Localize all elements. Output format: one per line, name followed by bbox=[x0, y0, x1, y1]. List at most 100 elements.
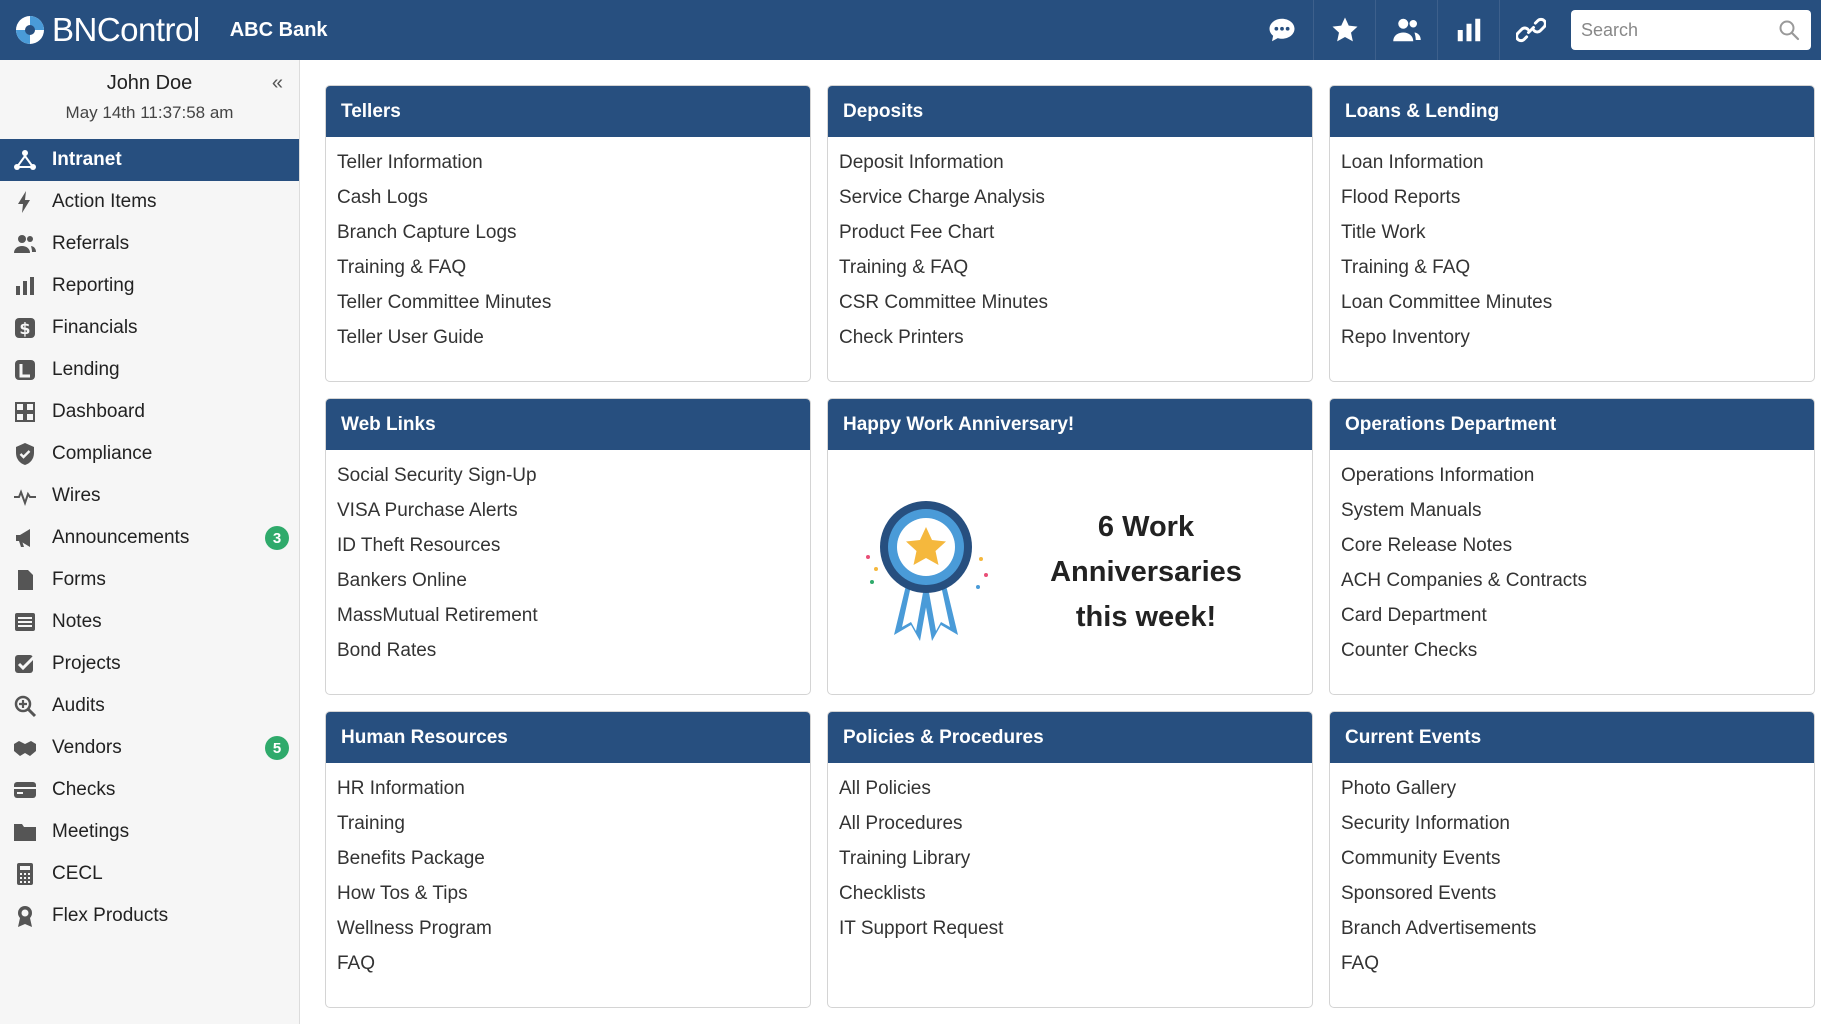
link-bond-rates[interactable]: Bond Rates bbox=[337, 633, 799, 668]
link-branch-advertisements[interactable]: Branch Advertisements bbox=[1341, 911, 1803, 946]
link-deposit-information[interactable]: Deposit Information bbox=[839, 145, 1301, 180]
link-teller-user-guide[interactable]: Teller User Guide bbox=[337, 320, 799, 355]
chat-button[interactable] bbox=[1251, 0, 1313, 60]
sidebar-item-audits[interactable]: Audits bbox=[0, 685, 299, 727]
link-loan-training-faq[interactable]: Training & FAQ bbox=[1341, 250, 1803, 285]
svg-text:$: $ bbox=[19, 319, 30, 338]
megaphone-icon bbox=[12, 525, 38, 551]
link-all-procedures[interactable]: All Procedures bbox=[839, 806, 1301, 841]
link-counter-checks[interactable]: Counter Checks bbox=[1341, 633, 1803, 668]
link-product-fee-chart[interactable]: Product Fee Chart bbox=[839, 215, 1301, 250]
link-csr-committee-minutes[interactable]: CSR Committee Minutes bbox=[839, 285, 1301, 320]
panel-current-events: Current Events Photo Gallery Security In… bbox=[1329, 711, 1815, 1008]
sidebar-item-forms[interactable]: Forms bbox=[0, 559, 299, 601]
sidebar-item-label: Notes bbox=[52, 611, 102, 632]
sidebar-item-label: Action Items bbox=[52, 191, 157, 212]
network-icon bbox=[12, 147, 38, 173]
panel-tellers: Tellers Teller Information Cash Logs Bra… bbox=[325, 85, 811, 382]
brand-logo[interactable]: BNControl bbox=[14, 11, 200, 49]
sidebar-item-lending[interactable]: Lending bbox=[0, 349, 299, 391]
link-visa-purchase-alerts[interactable]: VISA Purchase Alerts bbox=[337, 493, 799, 528]
link-loan-committee-minutes[interactable]: Loan Committee Minutes bbox=[1341, 285, 1803, 320]
sidebar-item-checks[interactable]: Checks bbox=[0, 769, 299, 811]
link-check-printers[interactable]: Check Printers bbox=[839, 320, 1301, 355]
favorites-button[interactable] bbox=[1313, 0, 1375, 60]
reports-button[interactable] bbox=[1437, 0, 1499, 60]
link-teller-training-faq[interactable]: Training & FAQ bbox=[337, 250, 799, 285]
folder-icon bbox=[12, 819, 38, 845]
link-branch-capture-logs[interactable]: Branch Capture Logs bbox=[337, 215, 799, 250]
sidebar-item-compliance[interactable]: Compliance bbox=[0, 433, 299, 475]
link-massmutual-retirement[interactable]: MassMutual Retirement bbox=[337, 598, 799, 633]
users-button[interactable] bbox=[1375, 0, 1437, 60]
sidebar-item-wires[interactable]: Wires bbox=[0, 475, 299, 517]
link-hr-training[interactable]: Training bbox=[337, 806, 799, 841]
brand-name: BNControl bbox=[52, 11, 200, 48]
link-loan-information[interactable]: Loan Information bbox=[1341, 145, 1803, 180]
link-community-events[interactable]: Community Events bbox=[1341, 841, 1803, 876]
sidebar-item-vendors[interactable]: Vendors 5 bbox=[0, 727, 299, 769]
anniversary-line-1: 6 Work bbox=[1097, 510, 1195, 543]
link-operations-information[interactable]: Operations Information bbox=[1341, 458, 1803, 493]
sidebar-item-projects[interactable]: Projects bbox=[0, 643, 299, 685]
sidebar-item-meetings[interactable]: Meetings bbox=[0, 811, 299, 853]
link-security-information[interactable]: Security Information bbox=[1341, 806, 1803, 841]
sidebar-item-notes[interactable]: Notes bbox=[0, 601, 299, 643]
link-repo-inventory[interactable]: Repo Inventory bbox=[1341, 320, 1803, 355]
sidebar-item-referrals[interactable]: Referrals bbox=[0, 223, 299, 265]
lending-icon bbox=[12, 357, 38, 383]
link-sponsored-events[interactable]: Sponsored Events bbox=[1341, 876, 1803, 911]
link-flood-reports[interactable]: Flood Reports bbox=[1341, 180, 1803, 215]
link-title-work[interactable]: Title Work bbox=[1341, 215, 1803, 250]
link-ach-companies-contracts[interactable]: ACH Companies & Contracts bbox=[1341, 563, 1803, 598]
sidebar-item-flex-products[interactable]: Flex Products bbox=[0, 895, 299, 937]
link-service-charge-analysis[interactable]: Service Charge Analysis bbox=[839, 180, 1301, 215]
search-input[interactable] bbox=[1571, 10, 1811, 50]
user-timestamp: May 14th 11:37:58 am bbox=[65, 103, 234, 122]
link-teller-committee-minutes[interactable]: Teller Committee Minutes bbox=[337, 285, 799, 320]
link-events-faq[interactable]: FAQ bbox=[1341, 946, 1803, 981]
link-training-library[interactable]: Training Library bbox=[839, 841, 1301, 876]
link-benefits-package[interactable]: Benefits Package bbox=[337, 841, 799, 876]
sidebar-item-cecl[interactable]: CECL bbox=[0, 853, 299, 895]
link-teller-information[interactable]: Teller Information bbox=[337, 145, 799, 180]
sidebar-item-action-items[interactable]: Action Items bbox=[0, 181, 299, 223]
sidebar-item-label: Referrals bbox=[52, 233, 130, 254]
link-wellness-program[interactable]: Wellness Program bbox=[337, 911, 799, 946]
search-icon[interactable] bbox=[1777, 18, 1801, 42]
sidebar-item-announcements[interactable]: Announcements 3 bbox=[0, 517, 299, 559]
dollar-icon: $ bbox=[12, 315, 38, 341]
links-button[interactable] bbox=[1499, 0, 1561, 60]
link-id-theft-resources[interactable]: ID Theft Resources bbox=[337, 528, 799, 563]
sidebar-item-label: Reporting bbox=[52, 275, 135, 296]
link-bankers-online[interactable]: Bankers Online bbox=[337, 563, 799, 598]
link-checklists[interactable]: Checklists bbox=[839, 876, 1301, 911]
bar-chart-icon bbox=[1457, 18, 1480, 42]
link-hr-faq[interactable]: FAQ bbox=[337, 946, 799, 981]
sidebar-item-label: Forms bbox=[52, 569, 106, 590]
link-cash-logs[interactable]: Cash Logs bbox=[337, 180, 799, 215]
link-core-release-notes[interactable]: Core Release Notes bbox=[1341, 528, 1803, 563]
anniversary-content: 6 Work Anniversaries this week! bbox=[828, 450, 1312, 694]
sidebar-item-intranet[interactable]: Intranet bbox=[0, 139, 299, 181]
bar-chart-icon bbox=[12, 273, 38, 299]
sidebar-item-financials[interactable]: $ Financials bbox=[0, 307, 299, 349]
link-deposit-training-faq[interactable]: Training & FAQ bbox=[839, 250, 1301, 285]
panel-operations: Operations Department Operations Informa… bbox=[1329, 398, 1815, 695]
card-icon bbox=[12, 777, 38, 803]
link-card-department[interactable]: Card Department bbox=[1341, 598, 1803, 633]
sidebar-item-reporting[interactable]: Reporting bbox=[0, 265, 299, 307]
collapse-sidebar-button[interactable]: « bbox=[272, 72, 283, 95]
link-how-tos-tips[interactable]: How Tos & Tips bbox=[337, 876, 799, 911]
users-icon bbox=[12, 231, 38, 257]
link-system-manuals[interactable]: System Manuals bbox=[1341, 493, 1803, 528]
link-it-support-request[interactable]: IT Support Request bbox=[839, 911, 1301, 946]
link-photo-gallery[interactable]: Photo Gallery bbox=[1341, 771, 1803, 806]
check-square-icon bbox=[12, 651, 38, 677]
link-hr-information[interactable]: HR Information bbox=[337, 771, 799, 806]
link-all-policies[interactable]: All Policies bbox=[839, 771, 1301, 806]
sidebar-item-label: Flex Products bbox=[52, 905, 169, 926]
link-social-security-signup[interactable]: Social Security Sign-Up bbox=[337, 458, 799, 493]
sidebar-item-dashboard[interactable]: Dashboard bbox=[0, 391, 299, 433]
panel-web-links: Web Links Social Security Sign-Up VISA P… bbox=[325, 398, 811, 695]
